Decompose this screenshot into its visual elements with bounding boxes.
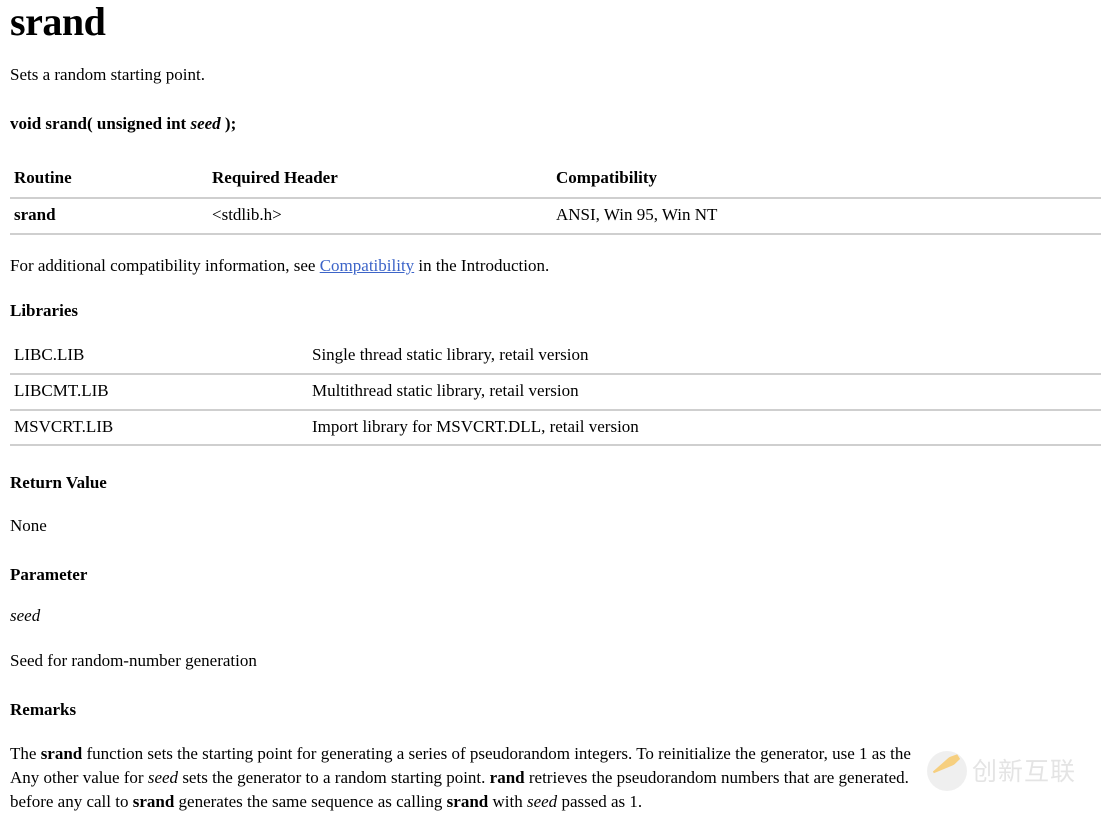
- remarks-l1-b1: srand: [40, 744, 83, 764]
- cell-library-name: MSVCRT.LIB: [14, 416, 114, 436]
- routine-table-head: Routine Required Header Compatibility: [10, 162, 1101, 198]
- return-value-heading: Return Value: [10, 473, 107, 493]
- cell-library-description: Single thread static library, retail ver…: [312, 344, 589, 364]
- cell-required-header: <stdlib.h>: [212, 204, 282, 224]
- remarks-l3-t1: before any call to: [10, 792, 133, 812]
- remarks-line-1: The srand function sets the starting poi…: [10, 742, 1101, 766]
- signature-prefix: void srand( unsigned int: [10, 113, 191, 133]
- cell-compatibility: ANSI, Win 95, Win NT: [556, 204, 718, 224]
- return-value-text: None: [10, 516, 47, 536]
- table-row: srand <stdlib.h> ANSI, Win 95, Win NT: [10, 198, 1101, 234]
- libraries-table-body: LIBC.LIB Single thread static library, r…: [10, 339, 1101, 446]
- compat-note-before: For additional compatibility information…: [10, 255, 320, 275]
- table-row: LIBC.LIB Single thread static library, r…: [10, 339, 1101, 374]
- remarks-l3-t2: generates the same sequence as calling: [174, 792, 447, 812]
- cell-routine-name: srand: [14, 204, 56, 224]
- routine-table-body: srand <stdlib.h> ANSI, Win 95, Win NT: [10, 198, 1101, 234]
- signature-suffix: );: [220, 113, 237, 133]
- remarks-line-3: before any call to srand generates the s…: [10, 790, 1101, 814]
- column-header-compatibility: Compatibility: [556, 167, 658, 187]
- remarks-l1-t1: The: [10, 744, 41, 764]
- document-page: srand Sets a random starting point. void…: [0, 0, 1101, 811]
- compat-note-after: in the Introduction.: [414, 255, 550, 275]
- remarks-body: The srand function sets the starting poi…: [0, 742, 1101, 814]
- compatibility-link[interactable]: Compatibility: [320, 256, 414, 275]
- remarks-l3-t4: passed as 1.: [557, 792, 643, 812]
- parameter-description: Seed for random-number generation: [10, 651, 257, 671]
- remarks-l2-b1: rand: [489, 768, 525, 788]
- remarks-l2-t1: Any other value for: [10, 768, 148, 788]
- cell-library-name: LIBCMT.LIB: [14, 380, 109, 400]
- page-title: srand: [10, 0, 106, 44]
- compatibility-note: For additional compatibility information…: [0, 255, 1101, 278]
- parameter-heading: Parameter: [10, 565, 88, 585]
- remarks-l2-i1: seed: [147, 768, 179, 788]
- libraries-table: LIBC.LIB Single thread static library, r…: [10, 339, 1101, 447]
- table-header-row: Routine Required Header Compatibility: [10, 162, 1101, 198]
- parameter-name: seed: [10, 606, 41, 626]
- summary-text: Sets a random starting point.: [10, 65, 206, 84]
- cell-library-description: Multithread static library, retail versi…: [312, 380, 579, 400]
- libraries-heading: Libraries: [10, 300, 78, 320]
- signature-param: seed: [190, 113, 221, 133]
- remarks-l3-i1: seed: [526, 792, 558, 812]
- remarks-line-2: Any other value for seed sets the genera…: [10, 766, 1101, 790]
- cell-library-name: LIBC.LIB: [14, 344, 85, 364]
- cell-library-description: Import library for MSVCRT.DLL, retail ve…: [312, 416, 639, 436]
- table-row: LIBCMT.LIB Multithread static library, r…: [10, 374, 1101, 410]
- remarks-l3-b2: srand: [446, 792, 489, 812]
- function-signature: void srand( unsigned int seed );: [0, 113, 1101, 136]
- remarks-l2-t3: retrieves the pseudorandom numbers that …: [524, 768, 909, 788]
- remarks-l3-t3: with: [488, 792, 527, 812]
- remarks-l2-t2: sets the generator to a random starting …: [178, 768, 490, 788]
- column-header-required-header: Required Header: [212, 167, 338, 187]
- table-row: MSVCRT.LIB Import library for MSVCRT.DLL…: [10, 410, 1101, 446]
- remarks-heading: Remarks: [10, 700, 77, 720]
- remarks-l1-t2: function sets the starting point for gen…: [82, 744, 911, 764]
- column-header-routine: Routine: [14, 167, 72, 187]
- remarks-l3-b1: srand: [132, 792, 175, 812]
- routine-table: Routine Required Header Compatibility sr…: [10, 162, 1101, 235]
